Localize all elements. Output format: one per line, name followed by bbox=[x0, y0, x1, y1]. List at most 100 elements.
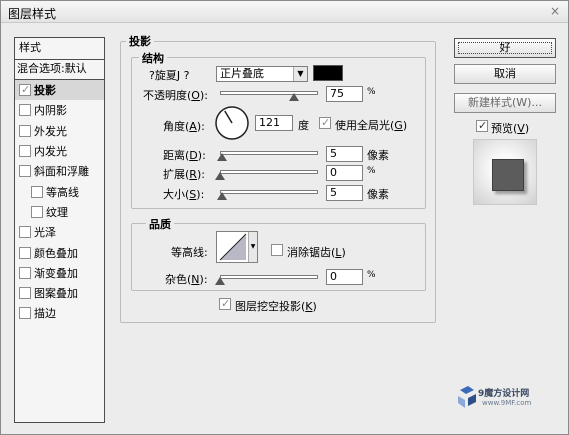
cancel-button[interactable]: 取消 bbox=[454, 64, 556, 84]
angle-dial[interactable] bbox=[214, 105, 250, 141]
spread-slider-thumb[interactable] bbox=[215, 172, 225, 180]
ok-button[interactable]: 好 bbox=[454, 38, 556, 58]
size-label: 大小(S): bbox=[163, 188, 205, 201]
style-list-item[interactable]: 图案叠加 bbox=[15, 283, 104, 303]
anti-alias-checkbox[interactable] bbox=[271, 244, 283, 256]
distance-input[interactable]: 5 bbox=[326, 146, 363, 162]
style-list-item-label: 内阴影 bbox=[34, 104, 67, 118]
blend-mode-select[interactable]: 正片叠底 ▼ bbox=[216, 66, 308, 82]
opacity-input[interactable]: 75 bbox=[326, 86, 363, 102]
style-checkbox[interactable] bbox=[19, 165, 31, 178]
noise-unit: % bbox=[367, 270, 376, 280]
close-icon[interactable]: × bbox=[550, 4, 560, 18]
style-list-item-label: 颜色叠加 bbox=[34, 246, 78, 260]
layer-style-dialog: 图层样式 × 样式 混合选项:默认 投影内阴影外发光内发光斜面和浮雕等高线纹理光… bbox=[0, 0, 569, 435]
size-slider-thumb[interactable] bbox=[216, 192, 227, 200]
watermark-url: www.9MF.com bbox=[482, 399, 532, 407]
style-checkbox[interactable] bbox=[19, 104, 31, 117]
spread-unit: % bbox=[367, 166, 376, 176]
spread-slider[interactable] bbox=[220, 170, 318, 174]
distance-unit: 像素 bbox=[367, 149, 389, 162]
shadow-color-swatch[interactable] bbox=[313, 65, 343, 81]
angle-unit: 度 bbox=[298, 119, 309, 132]
distance-slider-thumb[interactable] bbox=[216, 153, 227, 161]
layer-knocks-out-checkbox[interactable] bbox=[219, 297, 231, 310]
style-list-item[interactable]: 渐变叠加 bbox=[15, 263, 104, 283]
anti-alias-label[interactable]: 消除锯齿(L) bbox=[287, 244, 346, 260]
style-list-item-label: 描边 bbox=[34, 307, 56, 321]
structure-title: 结构 bbox=[139, 50, 167, 66]
style-list-item[interactable]: 光泽 bbox=[15, 222, 104, 242]
layer-knocks-out-label[interactable]: 图层挖空投影(K) bbox=[235, 298, 317, 314]
use-global-light-checkbox[interactable] bbox=[319, 116, 331, 129]
style-checkbox[interactable] bbox=[19, 145, 31, 158]
style-checkbox[interactable] bbox=[31, 205, 43, 218]
size-slider[interactable] bbox=[220, 190, 318, 194]
blend-mode-value: 正片叠底 bbox=[220, 67, 264, 80]
blend-mode-label: ?旋夏J ? bbox=[149, 69, 190, 82]
style-list-item[interactable]: 等高线 bbox=[15, 181, 104, 201]
size-input[interactable]: 5 bbox=[326, 185, 363, 201]
style-list-item-label: 纹理 bbox=[46, 205, 68, 219]
blend-options-item[interactable]: 混合选项:默认 bbox=[15, 60, 104, 80]
spread-label: 扩展(R): bbox=[163, 168, 205, 181]
distance-slider[interactable] bbox=[220, 151, 318, 155]
style-list: 样式 混合选项:默认 投影内阴影外发光内发光斜面和浮雕等高线纹理光泽颜色叠加渐变… bbox=[14, 37, 105, 423]
opacity-slider[interactable] bbox=[220, 91, 318, 95]
quality-title: 品质 bbox=[146, 216, 174, 232]
preview-checkbox[interactable] bbox=[476, 119, 488, 132]
style-list-item[interactable]: 投影 bbox=[15, 80, 104, 101]
style-list-item[interactable]: 纹理 bbox=[15, 202, 104, 222]
size-unit: 像素 bbox=[367, 188, 389, 201]
style-list-item-label: 内发光 bbox=[34, 145, 67, 159]
style-list-item[interactable]: 斜面和浮雕 bbox=[15, 161, 104, 181]
style-checkbox[interactable] bbox=[19, 83, 31, 97]
style-checkbox[interactable] bbox=[19, 124, 31, 137]
contour-linear-icon bbox=[219, 233, 247, 261]
spread-input[interactable]: 0 bbox=[326, 165, 363, 181]
drop-shadow-title: 投影 bbox=[126, 33, 154, 49]
watermark-name: 9魔方设计网 bbox=[478, 389, 530, 399]
style-list-item-label: 外发光 bbox=[34, 124, 67, 138]
opacity-slider-thumb[interactable] bbox=[288, 93, 299, 101]
style-list-item-label: 渐变叠加 bbox=[34, 266, 78, 280]
preview-square bbox=[492, 159, 524, 191]
dialog-title: 图层样式 bbox=[8, 7, 57, 21]
style-preview-thumbnail bbox=[473, 139, 537, 205]
opacity-label: 不透明度(O): bbox=[143, 89, 208, 102]
use-global-light-label[interactable]: 使用全局光(G) bbox=[335, 117, 407, 133]
style-checkbox[interactable] bbox=[19, 266, 31, 279]
style-list-header[interactable]: 样式 bbox=[15, 38, 104, 60]
noise-slider[interactable] bbox=[220, 275, 318, 279]
style-list-item[interactable]: 内发光 bbox=[15, 141, 104, 161]
distance-label: 距离(D): bbox=[163, 149, 206, 162]
style-checkbox[interactable] bbox=[19, 226, 31, 239]
new-style-button[interactable]: 新建样式(W)... bbox=[454, 93, 556, 113]
style-checkbox[interactable] bbox=[19, 246, 31, 259]
angle-input[interactable]: 121 bbox=[255, 115, 293, 131]
site-watermark: 9魔方设计网 www.9MF.com bbox=[456, 384, 561, 414]
title-bar: 图层样式 × bbox=[1, 1, 568, 23]
noise-label: 杂色(N): bbox=[165, 273, 208, 286]
style-list-item[interactable]: 描边 bbox=[15, 303, 104, 323]
contour-picker[interactable]: ▼ bbox=[216, 231, 258, 263]
style-list-item-label: 投影 bbox=[34, 84, 56, 98]
style-list-item[interactable]: 外发光 bbox=[15, 121, 104, 141]
contour-label: 等高线: bbox=[171, 246, 208, 259]
style-list-item-label: 图案叠加 bbox=[34, 287, 78, 301]
chevron-down-icon: ▼ bbox=[293, 67, 307, 81]
opacity-unit: % bbox=[367, 87, 376, 97]
style-checkbox[interactable] bbox=[19, 307, 31, 320]
preview-label[interactable]: 预览(V) bbox=[491, 120, 529, 136]
style-list-item-label: 等高线 bbox=[46, 185, 79, 199]
style-list-item-label: 斜面和浮雕 bbox=[34, 165, 89, 179]
noise-input[interactable]: 0 bbox=[326, 269, 363, 285]
style-list-item[interactable]: 颜色叠加 bbox=[15, 242, 104, 262]
style-checkbox[interactable] bbox=[31, 185, 43, 198]
noise-slider-thumb[interactable] bbox=[215, 277, 225, 285]
magic-cube-logo-icon bbox=[458, 386, 476, 408]
style-list-item-label: 光泽 bbox=[34, 226, 56, 240]
contour-dropdown-icon[interactable]: ▼ bbox=[248, 232, 257, 262]
style-checkbox[interactable] bbox=[19, 287, 31, 300]
style-list-item[interactable]: 内阴影 bbox=[15, 100, 104, 120]
